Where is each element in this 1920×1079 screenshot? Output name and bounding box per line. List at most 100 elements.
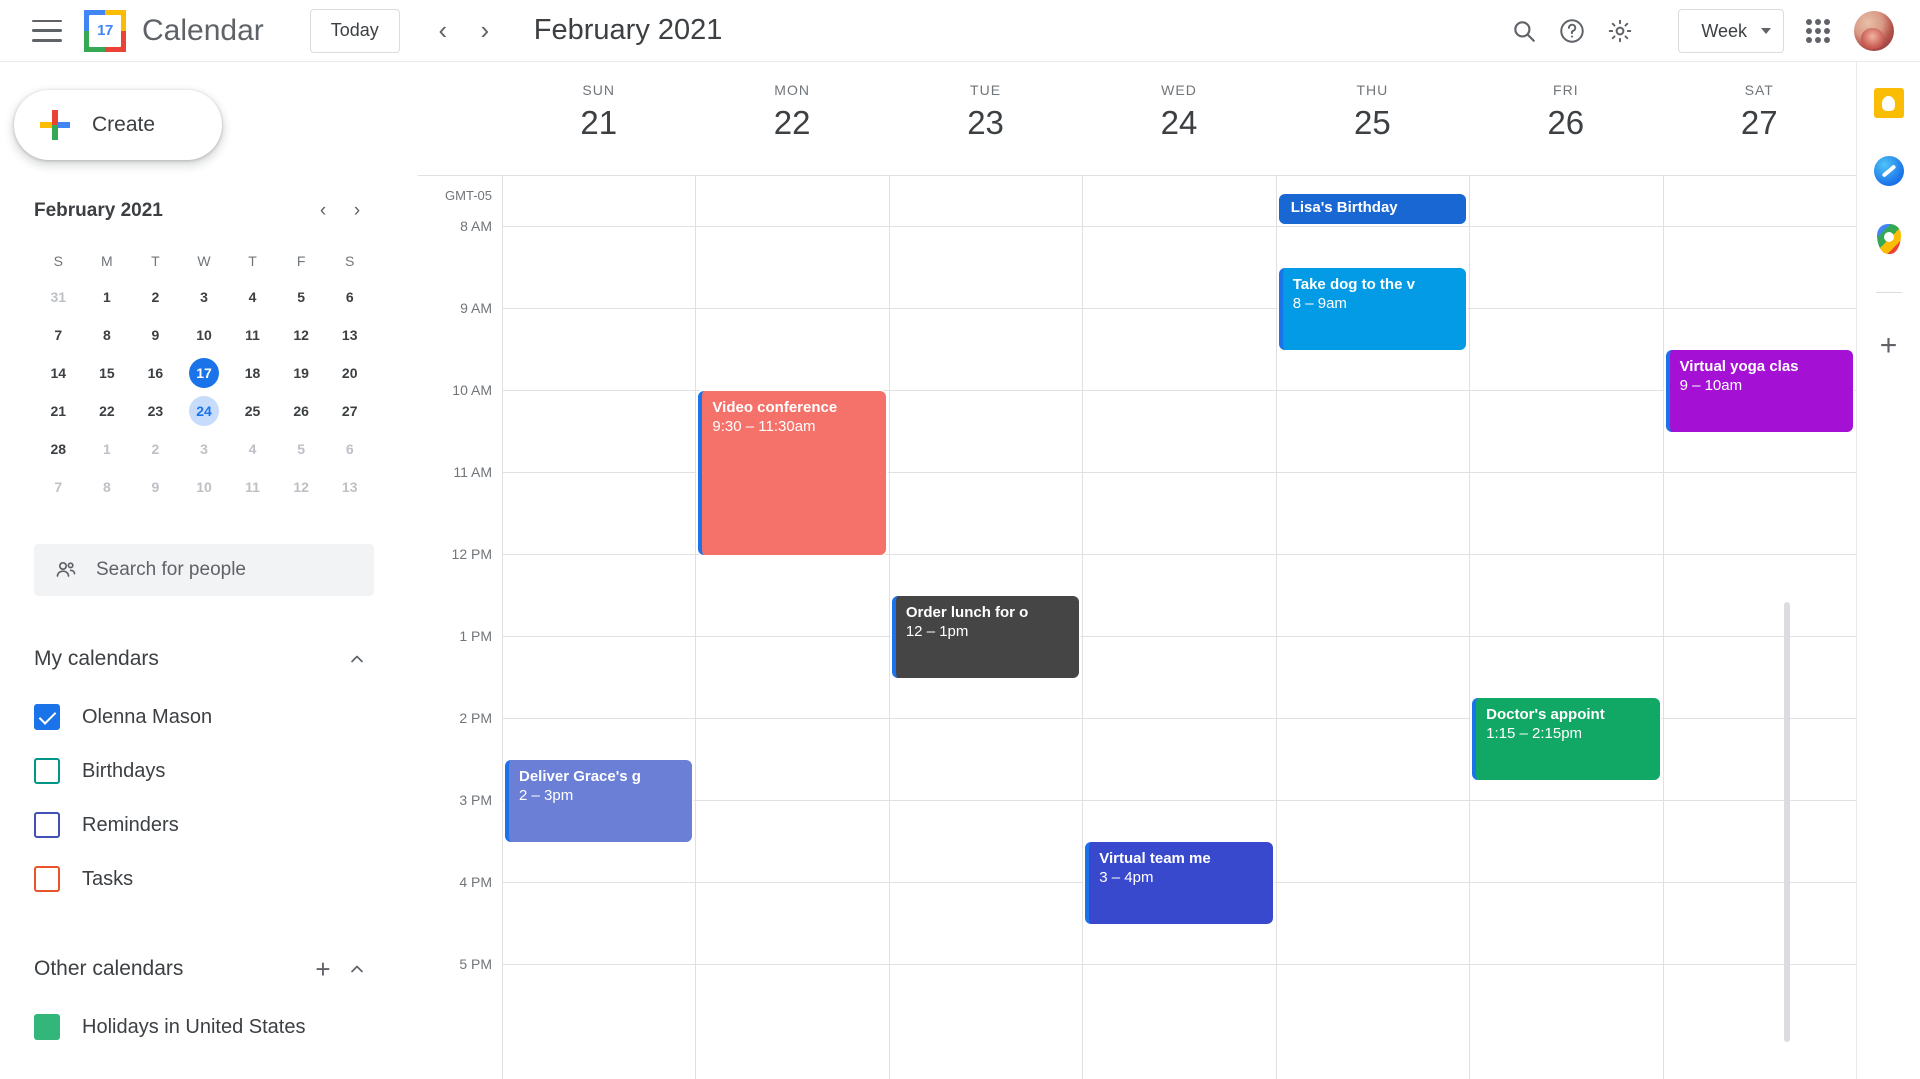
mini-calendar-day[interactable]: 25 bbox=[228, 392, 277, 430]
mini-calendar-day[interactable]: 10 bbox=[180, 316, 229, 354]
mini-calendar-day[interactable]: 24 bbox=[180, 392, 229, 430]
calendar-list-item[interactable]: Reminders bbox=[34, 798, 374, 852]
calendar-checkbox[interactable] bbox=[34, 758, 60, 784]
mini-calendar-day[interactable]: 5 bbox=[277, 278, 326, 316]
mini-calendar-day[interactable]: 7 bbox=[34, 468, 83, 506]
calendar-event[interactable]: Take dog to the v 8 – 9am bbox=[1278, 268, 1467, 350]
day-header[interactable]: SAT 27 bbox=[1663, 62, 1856, 175]
mini-calendar-day[interactable]: 18 bbox=[228, 354, 277, 392]
mini-calendar-day[interactable]: 9 bbox=[131, 316, 180, 354]
mini-calendar-day[interactable]: 6 bbox=[325, 430, 374, 468]
settings-gear-icon[interactable] bbox=[1596, 7, 1644, 55]
vertical-scrollbar[interactable] bbox=[1784, 602, 1790, 1042]
mini-calendar-day[interactable]: 10 bbox=[180, 468, 229, 506]
next-period-icon[interactable]: › bbox=[464, 10, 506, 52]
mini-calendar-day[interactable]: 1 bbox=[83, 430, 132, 468]
google-keep-icon[interactable] bbox=[1873, 88, 1904, 118]
day-header[interactable]: THU 25 bbox=[1276, 62, 1469, 175]
calendar-list-item[interactable]: Olenna Mason bbox=[34, 690, 374, 744]
mini-calendar-day[interactable]: 22 bbox=[83, 392, 132, 430]
day-header[interactable]: SUN 21 bbox=[502, 62, 695, 175]
chevron-up-icon[interactable] bbox=[340, 642, 374, 676]
mini-calendar-day[interactable]: 21 bbox=[34, 392, 83, 430]
other-calendars-list: Holidays in United States bbox=[34, 1000, 374, 1054]
mini-calendar-day[interactable]: 3 bbox=[180, 278, 229, 316]
mini-calendar-day[interactable]: 20 bbox=[325, 354, 374, 392]
calendar-event[interactable]: Virtual team me 3 – 4pm bbox=[1085, 842, 1273, 924]
hour-label: 12 PM bbox=[451, 546, 492, 562]
mini-calendar-day[interactable]: 12 bbox=[277, 316, 326, 354]
mini-calendar-day[interactable]: 8 bbox=[83, 468, 132, 506]
create-button[interactable]: Create bbox=[14, 90, 222, 160]
mini-calendar-day[interactable]: 31 bbox=[34, 278, 83, 316]
mini-calendar-day[interactable]: 26 bbox=[277, 392, 326, 430]
rail-divider bbox=[1875, 292, 1902, 293]
calendar-list-item[interactable]: Tasks bbox=[34, 852, 374, 906]
calendar-event[interactable]: Doctor's appoint 1:15 – 2:15pm bbox=[1472, 698, 1660, 780]
calendar-event[interactable]: Video conference 9:30 – 11:30am bbox=[698, 391, 886, 555]
mini-calendar-day-label: 9 bbox=[151, 327, 160, 343]
calendar-event[interactable]: Virtual yoga clas 9 – 10am bbox=[1665, 350, 1853, 432]
today-button[interactable]: Today bbox=[309, 8, 400, 53]
day-header[interactable]: TUE 23 bbox=[889, 62, 1082, 175]
mini-calendar-day[interactable]: 9 bbox=[131, 468, 180, 506]
mini-calendar-day[interactable]: 14 bbox=[34, 354, 83, 392]
mini-calendar-day[interactable]: 15 bbox=[83, 354, 132, 392]
mini-calendar-day[interactable]: 3 bbox=[180, 430, 229, 468]
day-header[interactable]: WED 24 bbox=[1082, 62, 1275, 175]
mini-calendar-day[interactable]: 8 bbox=[83, 316, 132, 354]
chevron-up-icon-other[interactable] bbox=[340, 952, 374, 986]
avatar[interactable] bbox=[1854, 11, 1894, 51]
add-app-icon[interactable]: + bbox=[1880, 331, 1898, 361]
previous-period-icon[interactable]: ‹ bbox=[422, 10, 464, 52]
calendar-checkbox[interactable] bbox=[34, 704, 60, 730]
mini-calendar-next-icon[interactable]: › bbox=[340, 194, 374, 228]
mini-calendar-day-label: 6 bbox=[345, 441, 354, 457]
mini-calendar-day[interactable]: 17 bbox=[180, 354, 229, 392]
other-calendars-header[interactable]: Other calendars + bbox=[34, 952, 374, 986]
help-icon[interactable] bbox=[1548, 7, 1596, 55]
search-people-input[interactable]: Search for people bbox=[34, 544, 374, 596]
calendar-list-item[interactable]: Birthdays bbox=[34, 744, 374, 798]
google-apps-icon[interactable] bbox=[1806, 19, 1830, 43]
mini-calendar-day[interactable]: 27 bbox=[325, 392, 374, 430]
add-other-calendar-icon[interactable]: + bbox=[306, 954, 340, 985]
mini-calendar-day[interactable]: 4 bbox=[228, 430, 277, 468]
my-calendars-header[interactable]: My calendars bbox=[34, 642, 374, 676]
search-icon[interactable] bbox=[1500, 7, 1548, 55]
mini-calendar-day[interactable]: 23 bbox=[131, 392, 180, 430]
mini-calendar-day[interactable]: 5 bbox=[277, 430, 326, 468]
other-calendar-list-item[interactable]: Holidays in United States bbox=[34, 1000, 374, 1054]
mini-calendar-day[interactable]: 13 bbox=[325, 468, 374, 506]
mini-calendar-day[interactable]: 2 bbox=[131, 430, 180, 468]
mini-calendar-day[interactable]: 11 bbox=[228, 316, 277, 354]
mini-calendar-day[interactable]: 7 bbox=[34, 316, 83, 354]
mini-calendar-day[interactable]: 4 bbox=[228, 278, 277, 316]
calendar-event[interactable]: Deliver Grace's g 2 – 3pm bbox=[505, 760, 693, 842]
main-menu-icon[interactable] bbox=[32, 19, 62, 42]
mini-calendar-day[interactable]: 19 bbox=[277, 354, 326, 392]
mini-calendar-day[interactable]: 6 bbox=[325, 278, 374, 316]
day-header-weekday: WED bbox=[1161, 82, 1197, 98]
day-column-divider bbox=[1662, 176, 1664, 1079]
mini-calendar-day[interactable]: 12 bbox=[277, 468, 326, 506]
calendar-event[interactable]: Lisa's Birthday bbox=[1278, 194, 1467, 224]
google-tasks-icon[interactable] bbox=[1873, 156, 1904, 186]
mini-calendar-day[interactable]: 2 bbox=[131, 278, 180, 316]
view-selector[interactable]: Week bbox=[1678, 9, 1784, 53]
mini-calendar-day[interactable]: 13 bbox=[325, 316, 374, 354]
day-header[interactable]: FRI 26 bbox=[1469, 62, 1662, 175]
mini-calendar-day[interactable]: 1 bbox=[83, 278, 132, 316]
calendar-checkbox[interactable] bbox=[34, 812, 60, 838]
mini-calendar-day[interactable]: 16 bbox=[131, 354, 180, 392]
hour-label: 1 PM bbox=[459, 628, 492, 644]
mini-calendar-day-label: 14 bbox=[50, 365, 67, 381]
calendar-checkbox[interactable] bbox=[34, 866, 60, 892]
mini-calendar-prev-icon[interactable]: ‹ bbox=[306, 194, 340, 228]
calendar-event[interactable]: Order lunch for o 12 – 1pm bbox=[891, 596, 1080, 678]
day-header[interactable]: MON 22 bbox=[695, 62, 888, 175]
mini-calendar-day[interactable]: 11 bbox=[228, 468, 277, 506]
mini-calendar-day[interactable]: 28 bbox=[34, 430, 83, 468]
hour-label: 2 PM bbox=[459, 710, 492, 726]
google-maps-icon[interactable] bbox=[1876, 224, 1901, 254]
